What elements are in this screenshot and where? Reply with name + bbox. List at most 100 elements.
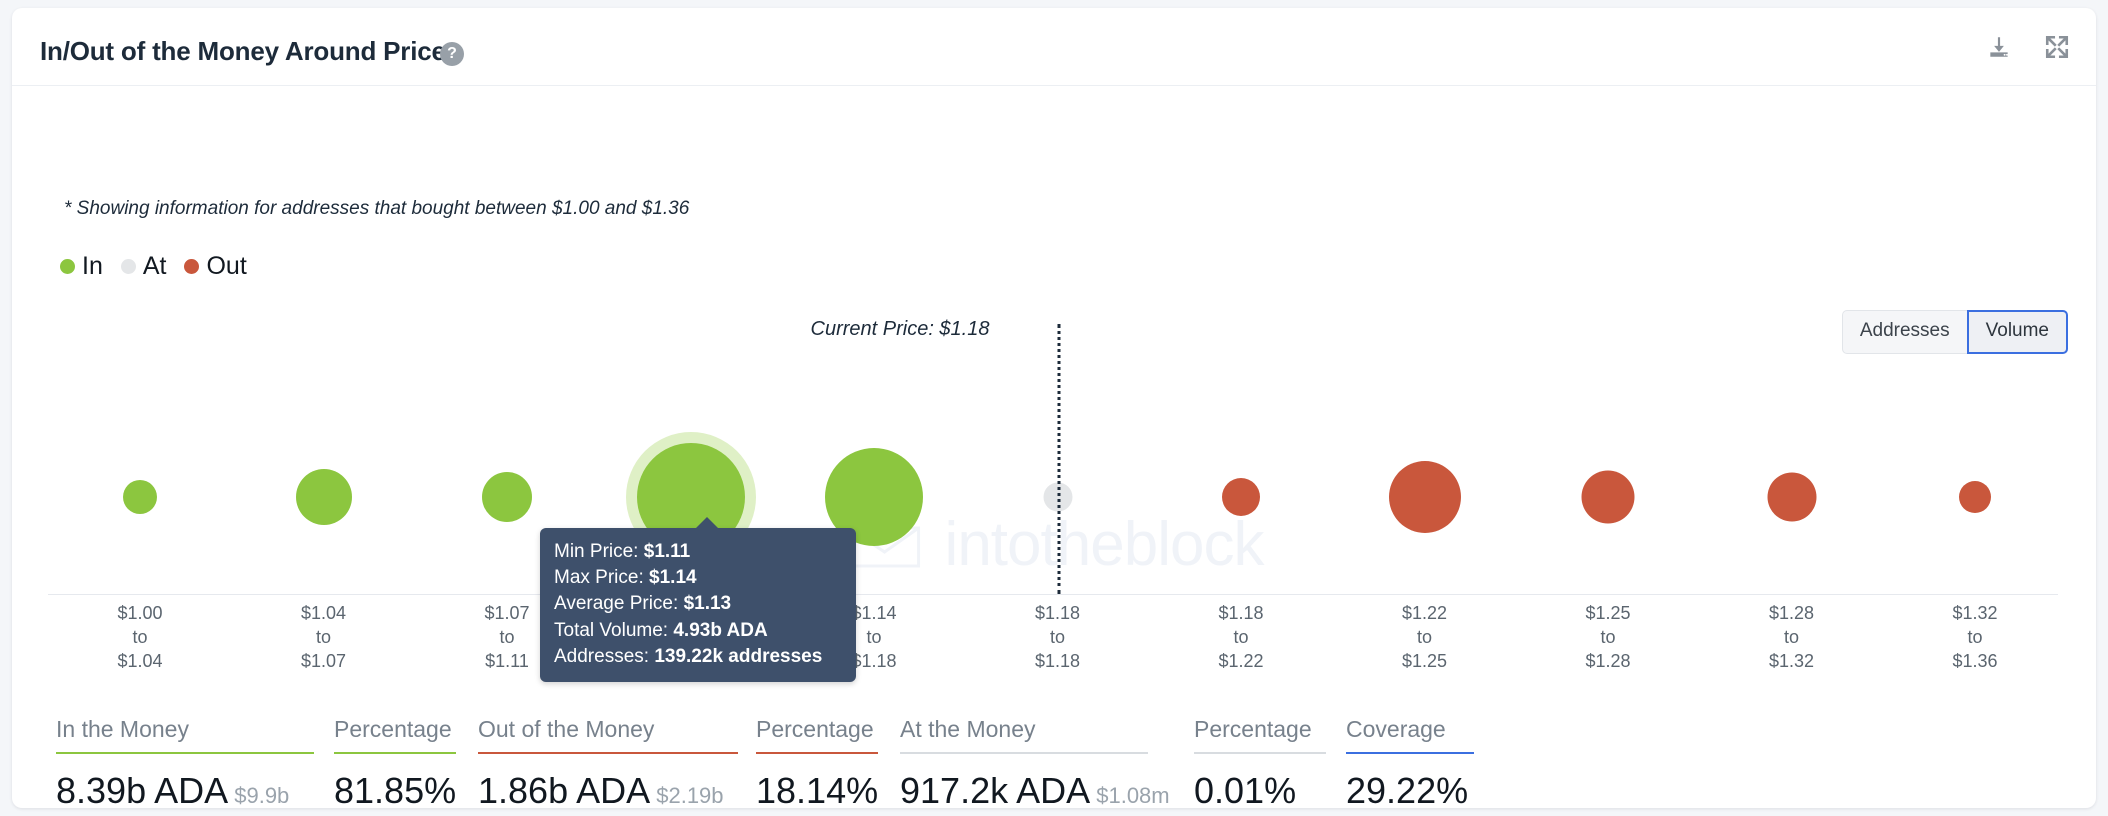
stat-value: 1.86b ADA $2.19b [478,770,724,808]
stat-block-6: Coverage 29.22% [1346,716,1474,808]
x-axis-label-line: to [315,626,332,647]
x-axis-label-line: $1.18 [1218,603,1264,623]
watermark-text: intotheblock [944,510,1265,579]
stat-label: Percentage [334,716,452,742]
x-axis-label-line: to [499,626,515,647]
x-axis-line [48,594,2058,595]
x-axis-label-line: $1.25 [1585,603,1631,623]
stat-sub-value: $9.9b [228,783,290,808]
stat-label: Percentage [1194,716,1312,742]
tooltip-label-addresses: Addresses: [554,645,650,667]
bubble-out-8[interactable] [1581,470,1635,524]
tooltip-row-addresses: Addresses: 139.22k addresses [554,644,842,670]
stat-value: 18.14% [756,770,879,808]
tooltip-label-max-price: Max Price: [554,567,644,589]
stat-label: Out of the Money [478,716,655,742]
x-axis-label-line: $1.25 [1401,650,1448,671]
card-body: * Showing information for addresses that… [12,86,2096,808]
x-axis-label-6: $1.18 to $1.22 [1218,602,1263,674]
x-axis-label-line: $1.04 [300,603,347,623]
legend-dot-at-icon [120,259,136,274]
stat-rule [1346,752,1474,754]
stat-block-2: Out of the Money 1.86b ADA $2.19b [478,716,738,808]
x-axis-label-line: $1.32 [1952,603,1998,623]
bubble-out-7[interactable] [1388,461,1461,533]
x-axis-label-line: $1.22 [1218,650,1264,671]
stat-rule [334,752,456,754]
current-price-label: Current Price: $1.18 [810,318,990,340]
tooltip-value-total-volume: 4.93b ADA [673,619,768,641]
stat-label: In the Money [56,716,189,742]
stat-sub-value: $2.19b [650,783,724,808]
x-axis-label-line: $1.18 [1034,603,1081,623]
x-axis-label-line: $1.18 [851,650,897,671]
x-axis-labels: $1.00 to $1.04 $1.04 to $1.07 $1.07 to $1.11 $1.1… [12,602,2096,682]
legend-label-out: Out [206,252,247,280]
tooltip-row-max-price: Max Price: $1.14 [554,565,842,591]
x-axis-label-line: $1.00 [117,603,163,623]
stat-block-5: Percentage 0.01% [1194,716,1326,808]
x-axis-label-9: $1.28 to $1.32 [1769,602,1814,674]
bubble-out-9[interactable] [1767,472,1816,522]
stat-rule [756,752,878,754]
tooltip-row-total-volume: Total Volume: 4.93b ADA [554,618,842,644]
tooltip-row-average-price: Average Price: $1.13 [554,591,842,617]
stat-label: Percentage [756,716,874,742]
legend-item-out[interactable]: Out [184,252,247,280]
stat-rule [56,752,314,754]
tooltip-value-max-price: $1.14 [649,567,697,589]
x-axis-label-line: $1.14 [851,603,897,623]
x-axis-label-0: $1.00 to $1.04 [117,602,162,674]
x-axis-label-8: $1.25 to $1.28 [1585,602,1630,674]
x-axis-label-2: $1.07 to $1.11 [484,602,529,674]
expand-icon[interactable] [2044,34,2070,60]
x-axis-label-5: $1.18 to $1.18 [1035,602,1080,674]
tooltip-value-average-price: $1.13 [683,593,732,615]
download-icon[interactable] [1986,34,2012,60]
toggle-volume-button[interactable]: Volume [1966,310,2068,354]
help-circle-icon[interactable]: ? [440,42,464,66]
tooltip-arrow-icon [695,517,719,529]
x-axis-label-line: $1.04 [117,650,163,671]
stat-block-4: At the Money 917.2k ADA $1.08m [900,716,1170,808]
stat-block-3: Percentage 18.14% [756,716,878,808]
legend-item-in[interactable]: In [60,254,103,279]
bubble-in-1[interactable] [295,469,352,525]
stat-rule [1194,752,1326,754]
stat-value: 0.01% [1194,770,1297,808]
stat-block-0: In the Money 8.39b ADA $9.9b [56,716,314,808]
chart-note: * Showing information for addresses that… [64,198,690,219]
bubble-out-6[interactable] [1222,478,1260,516]
x-axis-label-line: to [1416,626,1433,647]
chart-card: In/Out of the Money Around Price ? * Sho [12,8,2096,808]
header-actions [1986,34,2070,60]
x-axis-label-line: to [866,626,882,647]
x-axis-label-1: $1.04 to $1.07 [301,602,346,674]
stat-value: 917.2k ADA $1.08m [900,770,1170,808]
current-price-line [1057,324,1061,594]
x-axis-label-line: to [1967,626,1983,647]
card-header: In/Out of the Money Around Price ? [12,8,2096,86]
tooltip-value-min-price: $1.11 [643,541,691,562]
stat-value: 81.85% [334,770,457,808]
x-axis-label-line: to [1049,626,1066,647]
x-axis-label-line: $1.36 [1952,650,1998,671]
x-axis-label-line: $1.32 [1768,650,1815,671]
x-axis-label-line: $1.22 [1401,603,1448,623]
legend-label-in: In [82,252,103,280]
x-axis-label-line: to [132,626,148,647]
x-axis-label-line: $1.07 [484,603,530,623]
stat-value: 8.39b ADA $9.9b [56,770,290,808]
tooltip-label-average-price: Average Price: [554,593,679,615]
tooltip-value-addresses: 139.22k addresses [654,645,823,667]
x-axis-label-line: $1.18 [1034,650,1081,671]
bubble-out-10[interactable] [1959,481,1991,513]
stat-rule [900,752,1148,754]
stat-value: 29.22% [1346,770,1469,808]
bubble-in-0[interactable] [123,480,157,514]
x-axis-label-line: to [1783,626,1800,647]
bubble-in-2[interactable] [482,472,532,522]
legend-item-at[interactable]: At [120,254,166,279]
x-axis-label-4: $1.14 to $1.18 [851,602,896,674]
stat-label: At the Money [900,716,1036,742]
